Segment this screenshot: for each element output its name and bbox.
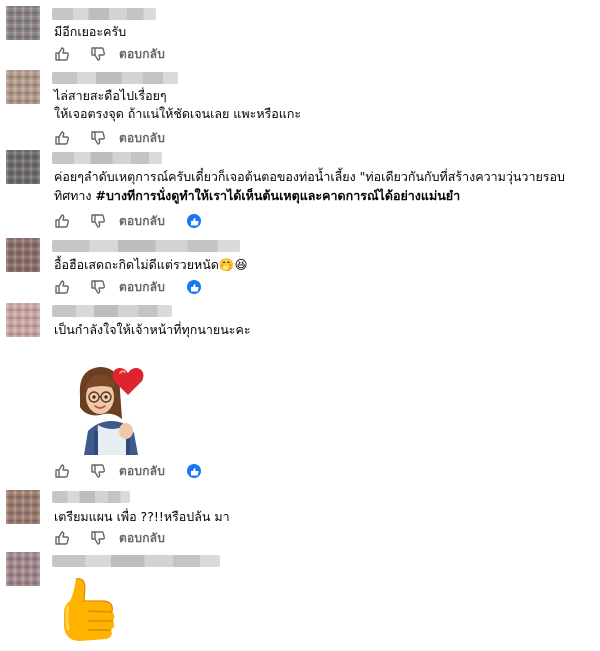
reply-link[interactable]: ตอบกลับ [119,462,165,481]
thumbs-up-icon[interactable] [54,463,70,479]
comment-actions: ตอบกลับ [54,211,202,231]
commenter-name-blurred[interactable] [52,491,130,503]
comment-text-plain: ทิศทาง [54,188,96,203]
avatar[interactable] [6,6,40,40]
like-reaction-icon[interactable] [187,214,202,228]
thumbs-up-sticker[interactable] [58,577,118,645]
thumbs-up-icon[interactable] [54,130,70,146]
comment-text-line-2: ให้เจอตรงจุด ถ้าแน่ให้ชัดเจนเลย แพะหรือแ… [54,106,302,121]
like-reaction-icon[interactable] [187,464,202,478]
reply-link[interactable]: ตอบกลับ [119,278,165,297]
thumbs-down-icon[interactable] [90,530,106,546]
reply-link[interactable]: ตอบกลับ [119,529,165,548]
reply-link[interactable]: ตอบกลับ [119,45,165,64]
reply-link[interactable]: ตอบกลับ [119,212,165,231]
thumbs-up-icon[interactable] [54,279,70,295]
comment-actions: ตอบกลับ [54,128,165,148]
thumbs-down-icon[interactable] [90,130,106,146]
comment-actions: ตอบกลับ [54,277,202,297]
avatar[interactable] [6,552,40,586]
thumbs-up-icon[interactable] [54,530,70,546]
commenter-name-blurred[interactable] [52,8,156,20]
thumbs-up-icon[interactable] [54,46,70,62]
thumbs-up-icon[interactable] [54,213,70,229]
comment-text: อื้อฮือเสดถะกิดไม่ดีแต่รวยหนัด🤭😆 [54,255,248,275]
commenter-name-blurred[interactable] [52,305,172,317]
thumbs-down-icon[interactable] [90,213,106,229]
comment-actions: ตอบกลับ [54,461,202,481]
avatar[interactable] [6,303,40,337]
avatar[interactable] [6,490,40,524]
like-reaction-icon[interactable] [187,280,202,294]
avatar[interactable] [6,70,40,104]
comment-text: เป็นกำลังใจให้เจ้าหน้าที่ทุกนายนะคะ [54,322,251,337]
comment-text-line-1: ค่อยๆลำดับเหตุการณ์ครับเดี๋ยวก็เจอต้นตอข… [54,169,565,184]
avatar[interactable] [6,150,40,184]
comment-text-line-2: ทิศทาง #บางทีการนั่งดูทำให้เราได้เห็นต้น… [54,186,460,206]
commenter-name-blurred[interactable] [52,152,162,164]
comment-actions: ตอบกลับ [54,528,165,548]
commenter-name-blurred[interactable] [52,72,178,84]
comment-text-line-1: ไล่สายสะดือไปเรื่อยๆ [54,88,167,103]
comment-text: เตรียมแผน เพื่อ ??!!หรือปล้น มา [54,509,230,524]
thumbs-down-icon[interactable] [90,46,106,62]
avatar[interactable] [6,238,40,272]
commenter-name-blurred[interactable] [52,240,240,252]
memoji-heart-sticker[interactable] [74,361,150,455]
reply-link[interactable]: ตอบกลับ [119,129,165,148]
hashtag-link[interactable]: #บางทีการนั่งดูทำให้เราได้เห็นต้นเหตุและ… [96,188,461,203]
comment-text-body: อื้อฮือเสดถะกิดไม่ดีแต่รวยหนัด [54,257,219,272]
emoji: 🤭😆 [218,257,248,272]
comment-actions: ตอบกลับ [54,44,165,64]
comment-text: มีอีกเยอะครับ [54,24,127,39]
commenter-name-blurred[interactable] [52,555,220,567]
thumbs-down-icon[interactable] [90,463,106,479]
thumbs-down-icon[interactable] [90,279,106,295]
